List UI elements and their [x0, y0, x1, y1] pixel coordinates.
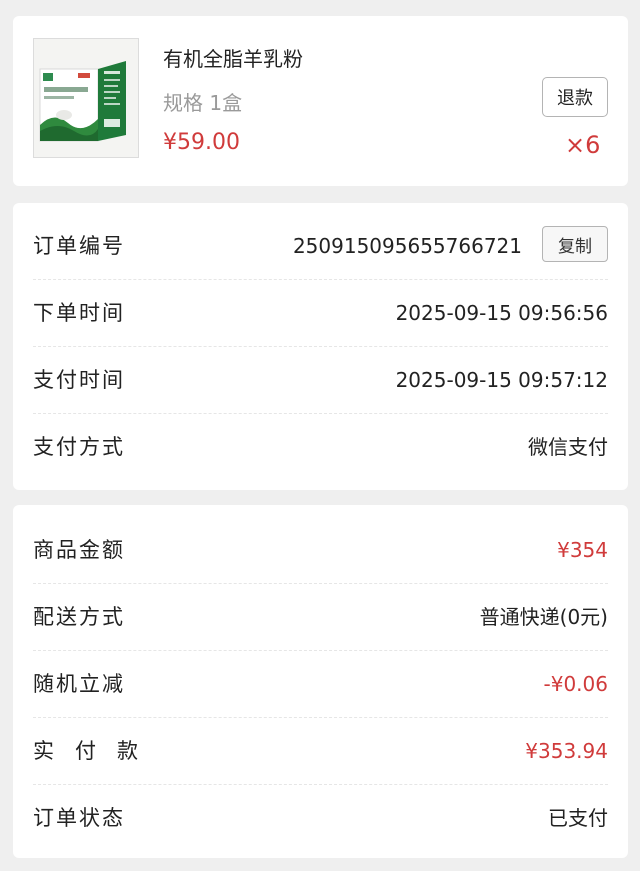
- pay-method-label: 支付方式: [33, 435, 125, 459]
- status-value: 已支付: [548, 806, 608, 830]
- order-number-value: 250915095655766721: [292, 234, 522, 258]
- order-time-row: 下单时间 2025-09-15 09:56:56: [33, 280, 608, 347]
- product-spec: 规格 1盒: [163, 91, 243, 115]
- product-card: 有机全脂羊乳粉 规格 1盒 ¥59.00 退款 ×6: [13, 16, 628, 186]
- paid-label: 实付款: [33, 739, 159, 763]
- milk-powder-box-image: [34, 39, 138, 157]
- pay-time-value: 2025-09-15 09:57:12: [395, 368, 608, 392]
- delivery-value: 普通快递(0元): [479, 605, 608, 629]
- amount-card: 商品金额 ¥354 配送方式 普通快递(0元) 随机立减 -¥0.06 实付款 …: [13, 505, 628, 858]
- paid-row: 实付款 ¥353.94: [33, 718, 608, 785]
- pay-method-row: 支付方式 微信支付: [33, 414, 608, 480]
- product-price: ¥59.00: [163, 130, 240, 155]
- product-thumbnail[interactable]: [33, 38, 139, 158]
- order-number-row: 订单编号 250915095655766721 复制: [33, 213, 608, 280]
- pay-time-label: 支付时间: [33, 368, 125, 392]
- pay-method-value: 微信支付: [528, 435, 608, 459]
- delivery-row: 配送方式 普通快递(0元): [33, 584, 608, 651]
- order-time-value: 2025-09-15 09:56:56: [395, 301, 608, 325]
- refund-button[interactable]: 退款: [542, 77, 608, 117]
- product-quantity: ×6: [565, 131, 601, 159]
- copy-button[interactable]: 复制: [542, 226, 608, 262]
- status-row: 订单状态 已支付: [33, 785, 608, 851]
- discount-row: 随机立减 -¥0.06: [33, 651, 608, 718]
- product-title[interactable]: 有机全脂羊乳粉: [163, 43, 303, 72]
- goods-amount-label: 商品金额: [33, 538, 125, 562]
- goods-amount-value: ¥354: [557, 538, 608, 562]
- discount-value: -¥0.06: [543, 672, 608, 696]
- status-label: 订单状态: [33, 806, 125, 830]
- order-info-card: 订单编号 250915095655766721 复制 下单时间 2025-09-…: [13, 203, 628, 490]
- order-time-label: 下单时间: [33, 301, 125, 325]
- delivery-label: 配送方式: [33, 605, 125, 629]
- paid-value: ¥353.94: [525, 739, 608, 763]
- order-number-label: 订单编号: [33, 234, 125, 258]
- pay-time-row: 支付时间 2025-09-15 09:57:12: [33, 347, 608, 414]
- goods-amount-row: 商品金额 ¥354: [33, 517, 608, 584]
- discount-label: 随机立减: [33, 672, 125, 696]
